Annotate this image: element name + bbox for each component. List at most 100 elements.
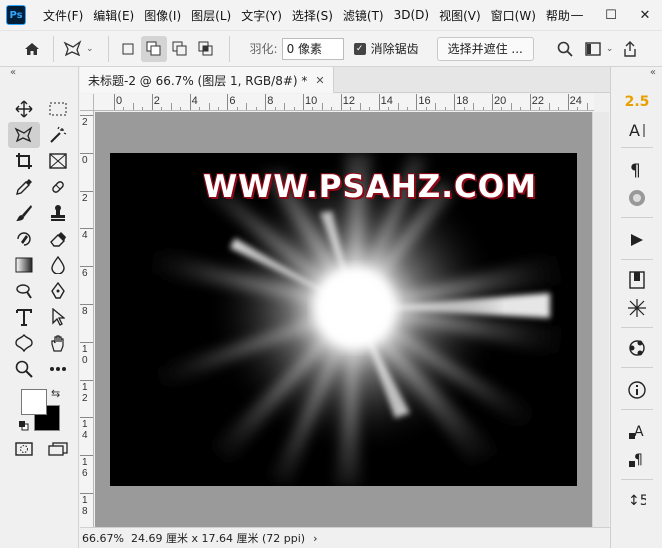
brush-settings-icon[interactable] <box>619 295 655 321</box>
chevron-down-icon[interactable]: ⌄ <box>606 44 614 54</box>
marquee-tool-icon[interactable] <box>45 97 71 121</box>
paragraph-panel-icon[interactable]: ¶ <box>619 157 655 183</box>
actions-play-icon[interactable] <box>619 227 655 253</box>
collapse-dock-icon[interactable]: « <box>650 67 656 78</box>
quick-mask-icon[interactable] <box>11 437 37 461</box>
character-styles-icon[interactable]: A <box>619 419 655 445</box>
menu-3d[interactable]: 3D(D) <box>389 8 434 22</box>
ruler-minor-tick <box>369 107 371 110</box>
chevron-down-icon[interactable]: ⌄ <box>86 44 94 54</box>
ruler-tick <box>80 455 93 457</box>
menu-select[interactable]: 选择(S) <box>287 7 338 24</box>
ruler-minor-tick <box>255 107 257 110</box>
maximize-icon[interactable]: ☐ <box>594 0 628 31</box>
version-badge[interactable]: 2.5 <box>619 89 655 115</box>
custom-shape-tool-icon[interactable] <box>11 331 37 355</box>
antialias-checkbox[interactable]: ✓ <box>353 42 366 55</box>
canvas-area[interactable]: WWW.PSAHZ.COM <box>95 112 592 527</box>
blur-tool-icon[interactable] <box>45 253 71 277</box>
intersect-selection-icon[interactable] <box>193 36 219 62</box>
search-icon[interactable] <box>552 36 578 62</box>
type-tool-icon[interactable] <box>11 305 37 329</box>
ruler-label: 14 <box>380 95 393 107</box>
screen-mode-icon[interactable] <box>45 437 71 461</box>
menu-view[interactable]: 视图(V) <box>434 7 486 24</box>
status-menu-arrow[interactable]: › <box>313 532 317 545</box>
clone-stamp-tool-icon[interactable] <box>45 201 71 225</box>
menu-edit[interactable]: 编辑(E) <box>88 7 139 24</box>
ruler-minor-tick <box>284 103 286 110</box>
share-icon[interactable] <box>617 36 643 62</box>
hand-tool-icon[interactable] <box>45 331 71 355</box>
photoshop-logo-icon[interactable]: Ps <box>6 5 26 25</box>
foreground-color-swatch[interactable] <box>21 389 47 415</box>
collapse-panel-icon[interactable]: « <box>10 67 16 78</box>
crop-tool-icon[interactable] <box>11 149 37 173</box>
ruler-origin[interactable] <box>80 94 94 111</box>
close-icon[interactable]: ✕ <box>628 0 662 31</box>
ruler-tick <box>80 341 93 343</box>
ruler-minor-tick <box>350 107 352 110</box>
ruler-minor-tick <box>123 107 125 110</box>
history-brush-tool-icon[interactable] <box>11 227 37 251</box>
close-tab-icon[interactable]: ✕ <box>315 74 324 87</box>
zoom-tool-icon[interactable] <box>11 357 37 381</box>
libraries-panel-icon[interactable] <box>619 267 655 293</box>
home-icon[interactable] <box>19 36 45 62</box>
ruler-label: 1 4 <box>82 419 88 442</box>
zoom-level[interactable]: 66.67% <box>82 532 126 545</box>
ruler-minor-tick <box>435 103 437 110</box>
eyedropper-tool-icon[interactable] <box>11 175 37 199</box>
ruler-tick <box>80 493 93 494</box>
select-and-mask-button[interactable]: 选择并遮住 ... <box>436 36 534 61</box>
add-selection-icon[interactable] <box>140 35 167 62</box>
ruler-minor-tick <box>397 103 399 110</box>
menu-type[interactable]: 文字(Y) <box>236 7 287 24</box>
history-panel-icon[interactable]: ↕5 <box>619 487 655 513</box>
eraser-tool-icon[interactable] <box>45 227 71 251</box>
move-tool-icon[interactable] <box>11 97 37 121</box>
document-tab[interactable]: 未标题-2 @ 66.7% (图层 1, RGB/8#) * ✕ <box>80 67 334 93</box>
ruler-tick <box>378 94 380 110</box>
right-panel-dock: « 2.5 A ¶ A ¶ ↕5 <box>610 67 662 548</box>
character-panel-icon[interactable]: A <box>619 117 655 143</box>
adjustments-panel-icon[interactable] <box>619 335 655 361</box>
artwork-canvas[interactable]: WWW.PSAHZ.COM <box>110 153 577 486</box>
menu-file[interactable]: 文件(F) <box>38 7 88 24</box>
horizontal-ruler[interactable]: 0 2 4 6 8 10 12 14 16 18 20 22 24 <box>94 94 594 111</box>
workspace-icon[interactable] <box>580 36 606 62</box>
feather-input[interactable]: 0 像素 <box>281 37 344 60</box>
glyphs-panel-icon[interactable] <box>619 185 655 211</box>
tools-panel: « ⇆ <box>0 67 79 548</box>
dodge-tool-icon[interactable] <box>11 279 37 303</box>
ruler-tick <box>151 94 153 110</box>
frame-tool-icon[interactable] <box>45 149 71 173</box>
paragraph-styles-icon[interactable]: ¶ <box>619 447 655 473</box>
menu-image[interactable]: 图像(I) <box>139 7 186 24</box>
new-selection-icon[interactable] <box>115 36 141 62</box>
vertical-ruler[interactable]: 2 0 2 4 6 8 1 0 1 2 1 4 1 6 1 8 <box>80 111 94 527</box>
menu-window[interactable]: 窗口(W) <box>486 7 541 24</box>
ruler-tick <box>80 190 93 192</box>
pen-tool-icon[interactable] <box>45 279 71 303</box>
polygonal-lasso-tool-icon[interactable] <box>8 122 40 148</box>
magic-wand-tool-icon[interactable] <box>45 123 71 147</box>
ruler-label: 16 <box>418 95 431 107</box>
menu-layer[interactable]: 图层(L) <box>186 7 236 24</box>
ruler-minor-tick <box>548 103 550 110</box>
ruler-tick <box>80 417 93 419</box>
ruler-label: 0 <box>116 95 123 107</box>
gradient-tool-icon[interactable] <box>11 253 37 277</box>
default-colors-icon[interactable] <box>19 420 29 431</box>
info-panel-icon[interactable] <box>619 377 655 403</box>
subtract-selection-icon[interactable] <box>167 36 193 62</box>
more-tools-icon[interactable] <box>45 357 71 381</box>
path-selection-tool-icon[interactable] <box>45 305 71 329</box>
healing-brush-tool-icon[interactable] <box>45 175 71 199</box>
brush-tool-icon[interactable] <box>11 201 37 225</box>
minimize-icon[interactable]: — <box>560 0 594 31</box>
menu-filter[interactable]: 滤镜(T) <box>338 7 389 24</box>
swap-colors-icon[interactable]: ⇆ <box>51 387 60 400</box>
vertical-scrollbar[interactable] <box>592 112 609 527</box>
lasso-tool-preset-icon[interactable] <box>60 36 86 62</box>
